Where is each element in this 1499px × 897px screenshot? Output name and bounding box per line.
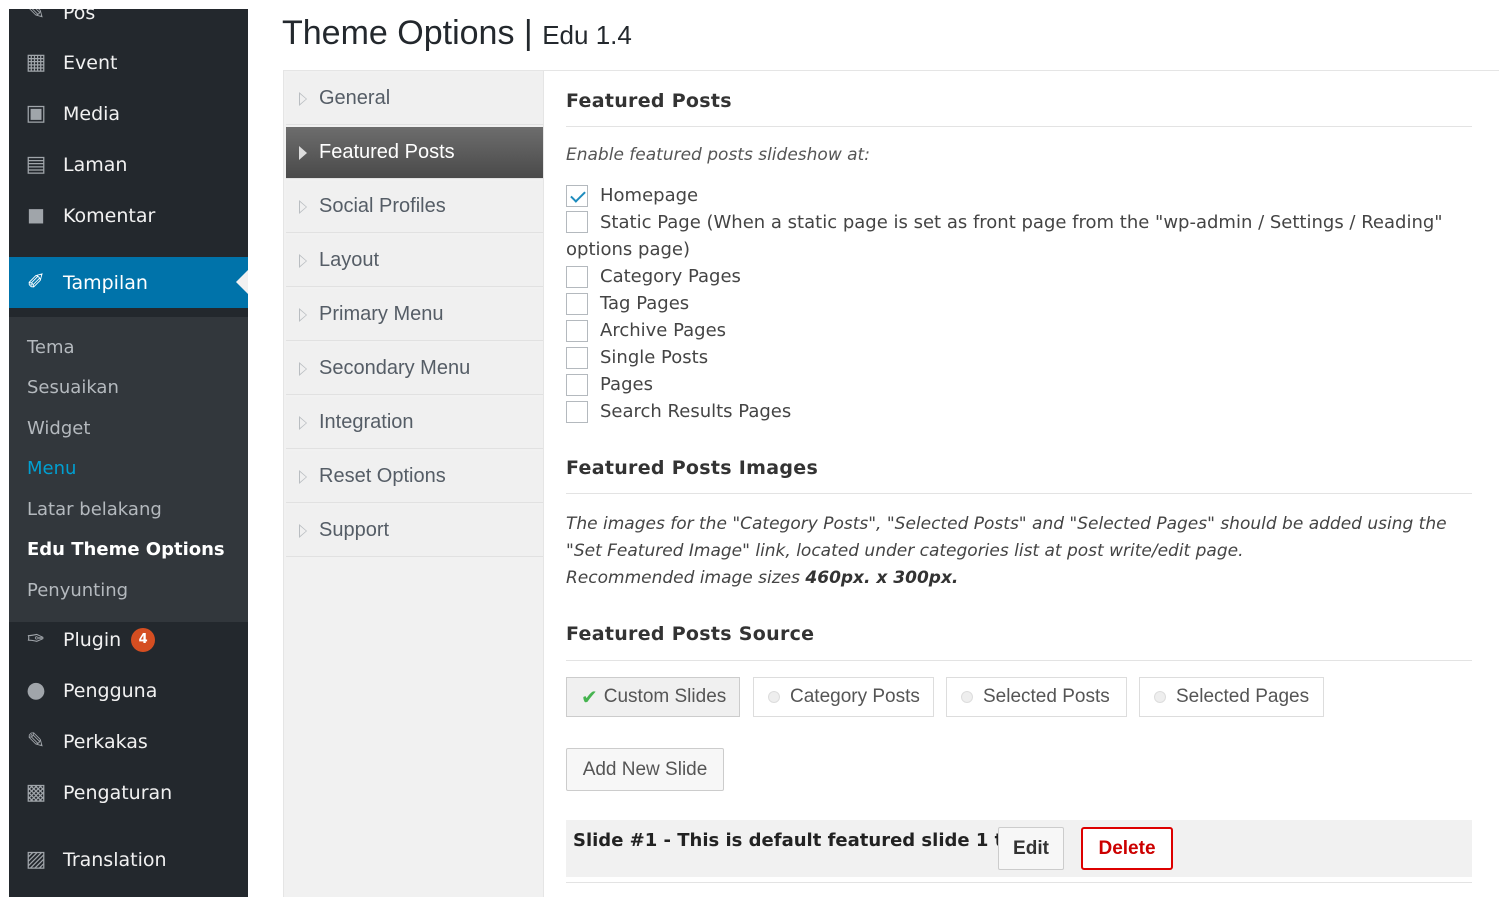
triangle-right-icon: [299, 361, 307, 376]
checkbox-static-page[interactable]: [566, 211, 588, 233]
recommended-size: 460px. x 300px.: [805, 568, 959, 588]
sidebar-item-pos[interactable]: ✎ Pos: [9, 9, 248, 38]
tab-layout[interactable]: Layout: [286, 235, 543, 287]
wrench-icon: ✎: [26, 729, 46, 754]
checkbox-search-results-pages[interactable]: [566, 401, 588, 423]
sidebar-item-laman[interactable]: ▤ Laman: [9, 139, 248, 190]
triangle-right-icon: [299, 523, 307, 538]
sidebar-item-tampilan[interactable]: ✐ Tampilan: [9, 257, 248, 308]
divider: [566, 660, 1472, 661]
sidebar-item-pengaturan[interactable]: ▩ Pengaturan: [9, 767, 248, 818]
tab-featured-posts[interactable]: Featured Posts: [286, 127, 543, 179]
checkbox-archive-pages[interactable]: [566, 320, 588, 342]
radio-dot-icon: [768, 691, 780, 703]
tab-primary-menu[interactable]: Primary Menu: [286, 289, 543, 341]
sidebar-item-perkakas[interactable]: ✎ Perkakas: [9, 716, 248, 767]
enable-slideshow-label: Enable featured posts slideshow at:: [566, 145, 870, 165]
pin-icon: ✎: [26, 9, 46, 25]
options-panel: General Featured Posts Social Profiles L…: [283, 70, 1499, 897]
radio-dot-icon: [961, 691, 973, 703]
sidebar-item-plugin[interactable]: ✑ Plugin 4: [9, 614, 248, 665]
brush-icon: ✐: [26, 270, 46, 295]
sidebar-item-pengguna[interactable]: ● Pengguna: [9, 665, 248, 716]
checkmark-icon: ✔: [581, 686, 598, 709]
tab-social-profiles[interactable]: Social Profiles: [286, 181, 543, 233]
settings-icon: ▩: [25, 780, 47, 805]
option-tag-pages[interactable]: Tag Pages: [566, 293, 689, 315]
page-icon: ▤: [25, 152, 47, 177]
sidebar-item-media[interactable]: ▣ Media: [9, 88, 248, 139]
edit-slide-button[interactable]: Edit: [998, 827, 1064, 870]
options-tabs: General Featured Posts Social Profiles L…: [284, 71, 544, 897]
admin-sidebar: ✎ Pos ▦ Event ▣ Media ▤ Laman ◼ Komentar…: [9, 9, 248, 897]
triangle-right-icon: [299, 199, 307, 214]
slide-title: Slide #1 - This is default featured slid…: [573, 830, 1037, 851]
source-selected-pages[interactable]: Selected Pages: [1139, 677, 1324, 717]
tab-support[interactable]: Support: [286, 505, 543, 557]
delete-slide-button[interactable]: Delete: [1081, 827, 1173, 870]
option-archive-pages[interactable]: Archive Pages: [566, 320, 726, 342]
tab-reset-options[interactable]: Reset Options: [286, 451, 543, 503]
appearance-submenu: Tema Sesuaikan Widget Menu Latar belakan…: [9, 317, 248, 622]
section-title-featured-source: Featured Posts Source: [566, 623, 815, 645]
option-single-posts[interactable]: Single Posts: [566, 347, 708, 369]
triangle-right-icon: [299, 469, 307, 484]
source-custom-slides[interactable]: ✔ Custom Slides: [566, 677, 740, 717]
page-title: Theme Options | Edu 1.4: [282, 14, 632, 52]
sidebar-item-event[interactable]: ▦ Event: [9, 37, 248, 88]
sidebar-item-translation[interactable]: ▨ Translation: [9, 834, 248, 885]
translation-icon: ▨: [25, 847, 47, 872]
checkbox-homepage[interactable]: [566, 185, 588, 207]
option-category-pages[interactable]: Category Pages: [566, 266, 741, 288]
checkbox-category-pages[interactable]: [566, 266, 588, 288]
submenu-item-latar-belakang[interactable]: Latar belakang: [27, 499, 162, 520]
divider: [566, 126, 1472, 127]
tab-integration[interactable]: Integration: [286, 397, 543, 449]
tab-secondary-menu[interactable]: Secondary Menu: [286, 343, 543, 395]
divider: [566, 493, 1472, 494]
source-category-posts[interactable]: Category Posts: [753, 677, 934, 717]
calendar-icon: ▦: [25, 50, 47, 75]
submenu-item-penyunting[interactable]: Penyunting: [27, 580, 128, 601]
triangle-right-icon: [299, 91, 307, 106]
section-title-featured-posts: Featured Posts: [566, 90, 732, 112]
section-title-featured-images: Featured Posts Images: [566, 457, 819, 479]
source-selected-posts[interactable]: Selected Posts: [946, 677, 1127, 717]
divider: [566, 882, 1472, 883]
plugin-update-badge: 4: [131, 627, 156, 652]
option-pages[interactable]: Pages: [566, 374, 653, 396]
option-search-results-pages[interactable]: Search Results Pages: [566, 401, 791, 423]
triangle-right-icon: [299, 253, 307, 268]
images-description: The images for the "Category Posts", "Se…: [566, 514, 1447, 588]
user-icon: ●: [26, 678, 46, 703]
sidebar-item-komentar[interactable]: ◼ Komentar: [9, 190, 248, 241]
tab-general[interactable]: General: [286, 73, 543, 125]
plugin-icon: ✑: [26, 627, 46, 652]
radio-dot-icon: [1154, 691, 1166, 703]
triangle-right-icon: [299, 145, 307, 160]
submenu-item-widget[interactable]: Widget: [27, 418, 90, 439]
submenu-item-edu-theme-options[interactable]: Edu Theme Options: [27, 539, 225, 560]
triangle-right-icon: [299, 415, 307, 430]
triangle-right-icon: [299, 307, 307, 322]
add-new-slide-button[interactable]: Add New Slide: [566, 748, 724, 791]
checkbox-pages[interactable]: [566, 374, 588, 396]
theme-version: Edu 1.4: [542, 20, 632, 50]
media-icon: ▣: [25, 101, 47, 126]
submenu-item-menu[interactable]: Menu: [27, 458, 76, 479]
checkbox-tag-pages[interactable]: [566, 293, 588, 315]
submenu-item-sesuaikan[interactable]: Sesuaikan: [27, 377, 119, 398]
option-static-page[interactable]: Static Page (When a static page is set a…: [566, 209, 1472, 263]
option-homepage[interactable]: Homepage: [566, 185, 698, 207]
comment-icon: ◼: [26, 203, 46, 228]
checkbox-single-posts[interactable]: [566, 347, 588, 369]
submenu-item-tema[interactable]: Tema: [27, 337, 75, 358]
